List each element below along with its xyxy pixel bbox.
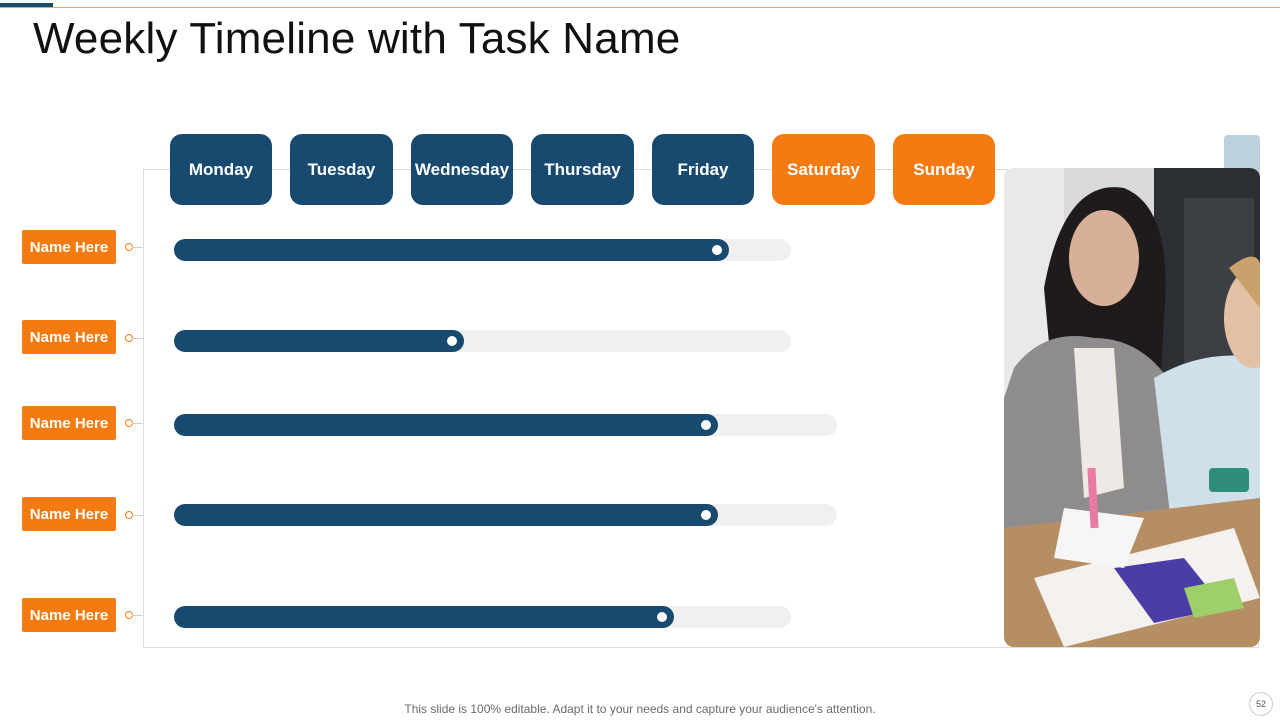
row-connector	[132, 423, 143, 424]
top-rule	[0, 7, 1280, 8]
slide-title: Weekly Timeline with Task Name	[33, 14, 681, 63]
progress-handle[interactable]	[657, 612, 667, 622]
day-label: Monday	[188, 159, 254, 179]
progress-bar[interactable]	[174, 606, 674, 628]
progress-bar[interactable]	[174, 504, 718, 526]
progress-bar[interactable]	[174, 414, 718, 436]
task-name-tag[interactable]: Name Here	[22, 230, 116, 264]
row-connector	[132, 338, 143, 339]
team-meeting-photo	[1004, 168, 1260, 647]
progress-handle[interactable]	[701, 420, 711, 430]
day-header-thursday[interactable]: Thursday	[531, 134, 634, 205]
day-header-wednesday[interactable]: Wednesday	[411, 134, 513, 205]
day-label: Wednesday	[414, 159, 510, 179]
progress-handle[interactable]	[447, 336, 457, 346]
row-connector	[132, 247, 143, 248]
task-name-label: Name Here	[29, 414, 109, 432]
row-connector	[132, 515, 143, 516]
task-name-tag[interactable]: Name Here	[22, 497, 116, 531]
task-name-tag[interactable]: Name Here	[22, 406, 116, 440]
task-name-label: Name Here	[29, 505, 109, 523]
progress-handle[interactable]	[701, 510, 711, 520]
day-label: Thursday	[544, 159, 621, 179]
day-header-tuesday[interactable]: Tuesday	[290, 134, 393, 205]
progress-bar[interactable]	[174, 330, 464, 352]
day-label: Tuesday	[307, 159, 376, 179]
day-label: Friday	[677, 159, 729, 179]
day-header-monday[interactable]: Monday	[170, 134, 272, 205]
progress-bar[interactable]	[174, 239, 729, 261]
task-name-tag[interactable]: Name Here	[22, 320, 116, 354]
progress-handle[interactable]	[712, 245, 722, 255]
task-name-label: Name Here	[29, 606, 109, 624]
task-name-label: Name Here	[29, 238, 109, 256]
task-name-tag[interactable]: Name Here	[22, 598, 116, 632]
row-connector	[132, 615, 143, 616]
day-header-saturday[interactable]: Saturday	[772, 134, 875, 205]
day-label: Sunday	[913, 159, 975, 179]
day-header-sunday[interactable]: Sunday	[893, 134, 995, 205]
page-number: 52	[1249, 692, 1273, 716]
day-header-friday[interactable]: Friday	[652, 134, 754, 205]
task-name-label: Name Here	[29, 328, 109, 346]
footer-note: This slide is 100% editable. Adapt it to…	[404, 702, 876, 716]
day-label: Saturday	[787, 159, 860, 179]
